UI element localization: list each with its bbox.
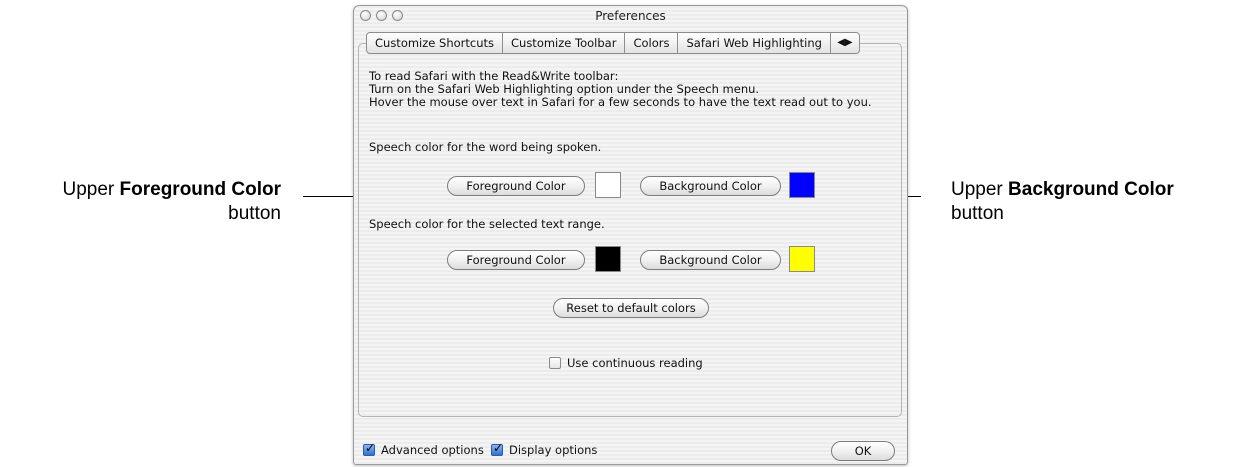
upper-background-color-swatch[interactable] [789, 172, 815, 198]
window-title: Preferences [595, 9, 666, 23]
callout-bold: Foreground Color [119, 179, 281, 200]
preferences-window: Preferences Customize Shortcuts Customiz… [353, 5, 908, 465]
speech-range-label: Speech color for the selected text range… [369, 217, 605, 231]
lower-foreground-color-button[interactable]: Foreground Color [447, 250, 585, 270]
advanced-options-checkbox[interactable] [363, 441, 375, 456]
display-options-label: Display options [509, 443, 598, 457]
callout-suffix: button [228, 203, 281, 224]
continuous-reading-checkbox[interactable] [549, 357, 561, 369]
continuous-reading-label: Use continuous reading [567, 356, 703, 370]
tab-colors[interactable]: Colors [625, 32, 679, 54]
upper-foreground-color-swatch[interactable] [595, 172, 621, 198]
title-bar[interactable]: Preferences [354, 6, 907, 26]
tab-customize-toolbar[interactable]: Customize Toolbar [503, 32, 626, 54]
instruction-line-3: Hover the mouse over text in Safari for … [369, 95, 872, 109]
tab-customize-shortcuts[interactable]: Customize Shortcuts [366, 32, 503, 54]
callout-prefix: Upper [951, 179, 1003, 200]
lower-background-color-swatch[interactable] [789, 246, 815, 272]
ok-button[interactable]: OK [831, 441, 895, 461]
callout-suffix: button [951, 203, 1004, 224]
callout-prefix: Upper [62, 179, 115, 200]
speech-word-label: Speech color for the word being spoken. [369, 140, 602, 154]
advanced-options-label: Advanced options [381, 443, 484, 457]
lower-foreground-color-swatch[interactable] [595, 246, 621, 272]
display-options-checkbox[interactable] [491, 441, 503, 456]
callout-upper-foreground: Upper Foreground Color button [6, 178, 281, 226]
reset-default-colors-button[interactable]: Reset to default colors [553, 298, 709, 318]
tab-bar: Customize Shortcuts Customize Toolbar Co… [366, 32, 860, 54]
tab-scroll-arrows-icon[interactable]: ◀▶ [830, 32, 860, 54]
upper-foreground-color-button[interactable]: Foreground Color [447, 176, 585, 196]
lower-background-color-button[interactable]: Background Color [640, 250, 781, 270]
tab-safari-web-highlighting[interactable]: Safari Web Highlighting [678, 32, 831, 54]
callout-bold: Background Color [1008, 179, 1174, 200]
callout-upper-background: Upper Background Color button [951, 178, 1241, 226]
upper-background-color-button[interactable]: Background Color [640, 176, 781, 196]
